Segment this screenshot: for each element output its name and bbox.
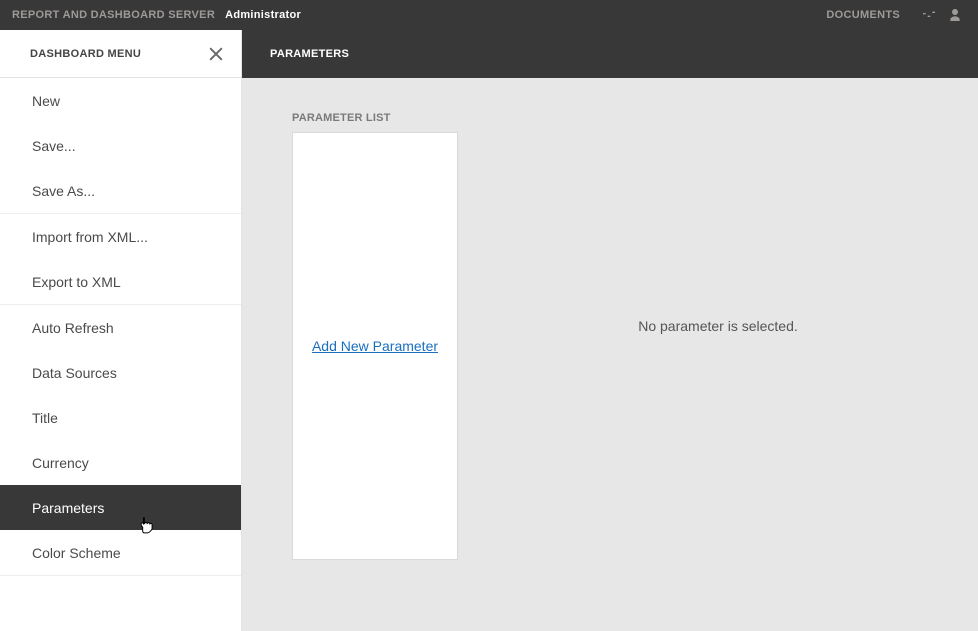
settings-sliders-icon[interactable] <box>918 4 940 26</box>
menu-item-label: Title <box>32 410 58 426</box>
main-header-title: PARAMETERS <box>270 48 349 60</box>
menu-item-save[interactable]: Save... <box>0 123 241 168</box>
menu-item-data-sources[interactable]: Data Sources <box>0 350 241 395</box>
menu-item-label: Auto Refresh <box>32 320 114 336</box>
menu-item-label: New <box>32 93 60 109</box>
menu-item-color-scheme[interactable]: Color Scheme <box>0 530 241 575</box>
menu-item-label: Import from XML... <box>32 229 148 245</box>
parameter-list-panel: Add New Parameter <box>292 132 458 560</box>
menu-item-new[interactable]: New <box>0 78 241 123</box>
menu-item-label: Save As... <box>32 183 95 199</box>
close-icon[interactable] <box>205 43 227 65</box>
dashboard-menu-sidebar: DASHBOARD MENU New Save... Save As... Impor… <box>0 30 242 631</box>
top-bar: REPORT AND DASHBOARD SERVER Administrato… <box>0 0 978 30</box>
no-selection-message: No parameter is selected. <box>458 112 978 540</box>
menu-item-save-as[interactable]: Save As... <box>0 168 241 213</box>
user-icon[interactable] <box>944 4 966 26</box>
app-title: REPORT AND DASHBOARD SERVER <box>12 9 215 21</box>
menu-item-label: Parameters <box>32 500 104 516</box>
main-header: PARAMETERS <box>242 30 978 78</box>
menu-item-label: Save... <box>32 138 76 154</box>
menu-item-label: Export to XML <box>32 274 121 290</box>
menu-item-label: Color Scheme <box>32 545 121 561</box>
menu-item-label: Data Sources <box>32 365 117 381</box>
menu-item-export-to-xml[interactable]: Export to XML <box>0 259 241 304</box>
sidebar-header: DASHBOARD MENU <box>0 30 241 78</box>
menu-item-auto-refresh[interactable]: Auto Refresh <box>0 305 241 350</box>
menu-item-parameters[interactable]: Parameters <box>0 485 241 530</box>
user-role: Administrator <box>225 9 301 21</box>
main-panel: PARAMETERS PARAMETER LIST Add New Parame… <box>242 30 978 631</box>
parameter-list-label: PARAMETER LIST <box>292 112 458 124</box>
documents-link[interactable]: DOCUMENTS <box>826 9 900 21</box>
menu-item-import-from-xml[interactable]: Import from XML... <box>0 214 241 259</box>
menu-item-label: Currency <box>32 455 89 471</box>
menu-item-title[interactable]: Title <box>0 395 241 440</box>
menu-item-currency[interactable]: Currency <box>0 440 241 485</box>
add-new-parameter-link[interactable]: Add New Parameter <box>312 338 438 354</box>
sidebar-title: DASHBOARD MENU <box>30 48 141 60</box>
